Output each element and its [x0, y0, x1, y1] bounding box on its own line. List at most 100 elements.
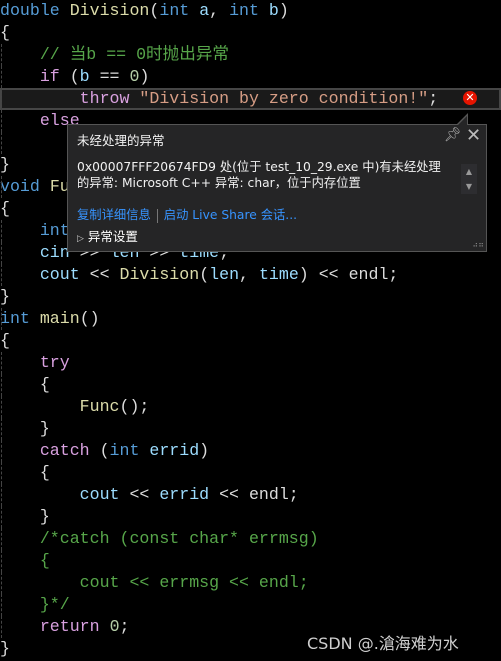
- exception-message: 0x00007FFF20674FD9 处(位于 test_10_29.exe 中…: [77, 160, 441, 190]
- code-line[interactable]: }: [0, 418, 501, 440]
- code-token: ,: [209, 1, 230, 20]
- code-token: ): [278, 1, 289, 20]
- message-scrollbar[interactable]: ▲ ▼: [461, 164, 477, 194]
- code-token: return: [0, 617, 100, 636]
- indent-guide: [1, 132, 2, 154]
- code-line[interactable]: if (b == 0): [0, 66, 501, 88]
- code-line[interactable]: {: [0, 374, 501, 396]
- indent-guide: [1, 88, 2, 110]
- code-token: ): [139, 67, 150, 86]
- indent-guide: [1, 44, 2, 66]
- code-line[interactable]: Func();: [0, 396, 501, 418]
- code-token: {: [0, 375, 50, 394]
- exception-popup: 未经处理的异常 📌︎ ✕ 0x00007FFF20674FD9 处(位于 tes…: [67, 124, 487, 252]
- code-line[interactable]: {: [0, 22, 501, 44]
- code-token: ;: [428, 89, 439, 108]
- code-token: int: [0, 309, 30, 328]
- current-line[interactable]: throw "Division by zero condition!";: [0, 88, 501, 110]
- code-line[interactable]: cout << errmsg << endl;: [0, 572, 501, 594]
- code-token: {: [0, 199, 10, 218]
- pin-icon[interactable]: 📌︎: [444, 127, 462, 143]
- error-x-icon[interactable]: ✕: [463, 91, 477, 105]
- close-icon[interactable]: ✕: [466, 125, 481, 146]
- code-line[interactable]: int main(): [0, 308, 501, 330]
- code-line[interactable]: {: [0, 330, 501, 352]
- code-token: errid: [159, 485, 210, 504]
- indent-guide: [1, 484, 2, 506]
- code-token: }: [0, 639, 10, 658]
- code-token: ();: [119, 397, 150, 416]
- code-token: 0: [109, 617, 120, 636]
- indent-guide: [1, 352, 2, 374]
- code-line[interactable]: }*/: [0, 594, 501, 616]
- indent-guide: [1, 396, 2, 418]
- code-token: <<: [79, 265, 120, 284]
- code-token: if: [0, 67, 60, 86]
- popup-pointer-fill: [458, 116, 467, 125]
- resize-grip-icon[interactable]: ⠴⠶: [472, 240, 484, 249]
- indent-guide: [1, 242, 2, 264]
- code-token: time: [258, 265, 299, 284]
- code-token: int: [159, 1, 190, 20]
- code-line[interactable]: cout << Division(len, time) << endl;: [0, 264, 501, 286]
- code-token: int: [0, 221, 70, 240]
- code-line[interactable]: /*catch (const char* errmsg): [0, 528, 501, 550]
- indent-guide: [1, 572, 2, 594]
- code-token: <<: [119, 485, 160, 504]
- code-token: b: [258, 1, 279, 20]
- code-token: a: [189, 1, 210, 20]
- exception-settings-toggle[interactable]: ▷ 异常设置: [77, 226, 138, 245]
- code-token: len: [209, 265, 240, 284]
- code-line[interactable]: catch (int errid): [0, 440, 501, 462]
- code-token: Division: [69, 1, 150, 20]
- indent-guide: [1, 594, 2, 616]
- scroll-down-icon[interactable]: ▼: [461, 179, 477, 194]
- indent-guide: [1, 308, 2, 330]
- code-token: // 当b == 0时抛出异常: [0, 45, 230, 64]
- scroll-up-icon[interactable]: ▲: [461, 164, 477, 179]
- code-token: throw: [0, 89, 130, 108]
- indent-guide: [1, 220, 2, 242]
- code-token: }: [0, 507, 50, 526]
- indent-guide: [1, 616, 2, 638]
- code-line[interactable]: {: [0, 550, 501, 572]
- code-token: cout: [0, 265, 80, 284]
- code-token: double: [0, 1, 60, 20]
- code-token: ==: [89, 67, 130, 86]
- code-line[interactable]: }: [0, 286, 501, 308]
- indent-guide: [1, 550, 2, 572]
- indent-guide: [1, 374, 2, 396]
- code-token: ;: [119, 617, 130, 636]
- indent-guide: [1, 66, 2, 88]
- code-token: errid: [139, 441, 200, 460]
- code-token: catch: [0, 441, 90, 460]
- code-line[interactable]: try: [0, 352, 501, 374]
- code-token: 0: [129, 67, 140, 86]
- code-token: try: [0, 353, 70, 372]
- code-line[interactable]: {: [0, 462, 501, 484]
- code-token: b: [79, 67, 90, 86]
- popup-title: 未经处理的异常: [77, 133, 165, 148]
- code-line[interactable]: cout << errid << endl;: [0, 484, 501, 506]
- live-share-link[interactable]: 启动 Live Share 会话...: [164, 208, 297, 222]
- popup-links: 复制详细信息 启动 Live Share 会话...: [77, 205, 297, 223]
- code-token: (: [149, 1, 160, 20]
- code-token: }*/: [0, 595, 70, 614]
- code-token: cout: [0, 485, 120, 504]
- expand-triangle-icon: ▷: [77, 234, 84, 244]
- code-line[interactable]: double Division(int a, int b): [0, 0, 501, 22]
- code-line[interactable]: // 当b == 0时抛出异常: [0, 44, 501, 66]
- code-token: (): [79, 309, 100, 328]
- code-token: cout << errmsg << endl;: [0, 573, 309, 592]
- code-token: (: [89, 441, 110, 460]
- link-separator: [156, 208, 158, 223]
- code-editor[interactable]: double Division(int a, int b){ // 当b == …: [0, 0, 501, 660]
- copy-details-link[interactable]: 复制详细信息: [77, 208, 151, 222]
- code-token: }: [0, 419, 50, 438]
- code-token: << endl;: [209, 485, 299, 504]
- indent-guide: [1, 528, 2, 550]
- code-token: void: [0, 177, 40, 196]
- code-line[interactable]: }: [0, 506, 501, 528]
